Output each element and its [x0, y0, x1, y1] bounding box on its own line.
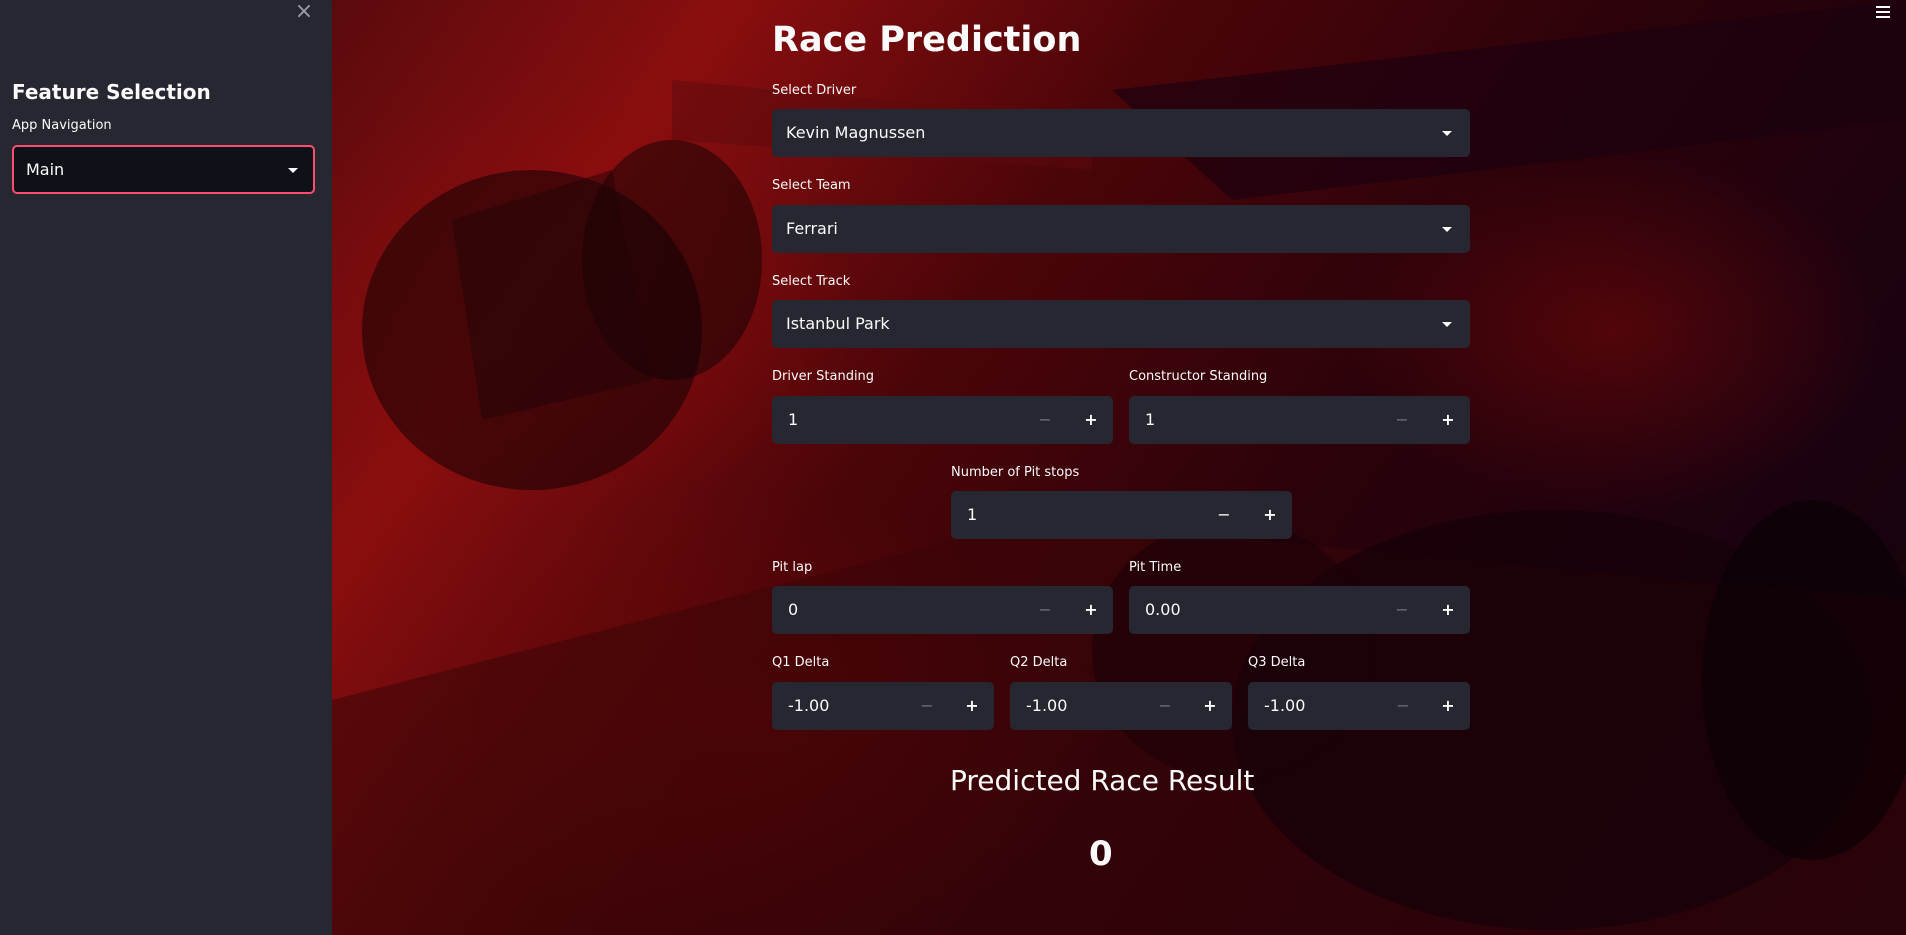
q1-delta-value[interactable]: -1.00 — [788, 682, 829, 730]
pit-stops-increment-button[interactable]: + — [1254, 491, 1286, 539]
q2-delta-label: Q2 Delta — [1010, 655, 1068, 670]
chevron-down-icon — [1442, 322, 1452, 327]
q1-delta-label: Q1 Delta — [772, 655, 830, 670]
constructor-standing-label: Constructor Standing — [1129, 369, 1268, 384]
q1-delta-decrement-button[interactable]: − — [911, 682, 943, 730]
predicted-result-value: 0 — [1089, 834, 1113, 874]
app-navigation-label: App Navigation — [12, 118, 112, 133]
q2-delta-decrement-button[interactable]: − — [1149, 682, 1181, 730]
q3-delta-value[interactable]: -1.00 — [1264, 682, 1305, 730]
pit-lap-decrement-button[interactable]: − — [1029, 586, 1061, 634]
pit-time-input[interactable]: 0.00 − + — [1129, 586, 1470, 634]
q1-delta-increment-button[interactable]: + — [956, 682, 988, 730]
q1-delta-input[interactable]: -1.00 − + — [772, 682, 994, 730]
pit-time-decrement-button[interactable]: − — [1386, 586, 1418, 634]
pit-lap-input[interactable]: 0 − + — [772, 586, 1113, 634]
pit-time-label: Pit Time — [1129, 560, 1182, 575]
constructor-standing-value[interactable]: 1 — [1145, 396, 1155, 444]
pit-lap-increment-button[interactable]: + — [1075, 586, 1107, 634]
driver-standing-input[interactable]: 1 − + — [772, 396, 1113, 444]
driver-standing-label: Driver Standing — [772, 369, 875, 384]
driver-standing-increment-button[interactable]: + — [1075, 396, 1107, 444]
constructor-standing-decrement-button[interactable]: − — [1386, 396, 1418, 444]
select-track-dropdown[interactable]: Istanbul Park — [772, 300, 1470, 348]
pit-stops-value[interactable]: 1 — [967, 491, 977, 539]
pit-stops-label: Number of Pit stops — [951, 465, 1080, 480]
q3-delta-label: Q3 Delta — [1248, 655, 1306, 670]
driver-standing-decrement-button[interactable]: − — [1029, 396, 1061, 444]
sidebar: × Feature Selection App Navigation Main — [0, 0, 332, 935]
q3-delta-input[interactable]: -1.00 − + — [1248, 682, 1470, 730]
select-track-value: Istanbul Park — [786, 314, 890, 333]
app-navigation-select[interactable]: Main — [12, 145, 315, 194]
pit-stops-decrement-button[interactable]: − — [1208, 491, 1240, 539]
select-team-value: Ferrari — [786, 219, 838, 238]
app-navigation-value: Main — [26, 160, 65, 179]
q2-delta-increment-button[interactable]: + — [1194, 682, 1226, 730]
select-team-label: Select Team — [772, 178, 851, 193]
select-track-label: Select Track — [772, 274, 851, 289]
q3-delta-decrement-button[interactable]: − — [1387, 682, 1419, 730]
select-driver-value: Kevin Magnussen — [786, 123, 926, 142]
pit-lap-label: Pit lap — [772, 560, 813, 575]
hamburger-menu-icon[interactable] — [1876, 6, 1890, 20]
select-driver-dropdown[interactable]: Kevin Magnussen — [772, 109, 1470, 157]
pit-lap-value[interactable]: 0 — [788, 586, 798, 634]
predicted-result-heading: Predicted Race Result — [950, 764, 1255, 797]
driver-standing-value[interactable]: 1 — [788, 396, 798, 444]
constructor-standing-input[interactable]: 1 − + — [1129, 396, 1470, 444]
sidebar-heading: Feature Selection — [12, 80, 211, 104]
q2-delta-input[interactable]: -1.00 − + — [1010, 682, 1232, 730]
pit-time-increment-button[interactable]: + — [1432, 586, 1464, 634]
pit-stops-input[interactable]: 1 − + — [951, 491, 1292, 539]
select-team-dropdown[interactable]: Ferrari — [772, 205, 1470, 253]
chevron-down-icon — [1442, 131, 1452, 136]
select-driver-label: Select Driver — [772, 83, 857, 98]
close-icon[interactable]: × — [294, 1, 314, 23]
q3-delta-increment-button[interactable]: + — [1432, 682, 1464, 730]
q2-delta-value[interactable]: -1.00 — [1026, 682, 1067, 730]
constructor-standing-increment-button[interactable]: + — [1432, 396, 1464, 444]
page-title: Race Prediction — [772, 20, 1082, 60]
chevron-down-icon — [288, 168, 298, 173]
pit-time-value[interactable]: 0.00 — [1145, 586, 1181, 634]
chevron-down-icon — [1442, 227, 1452, 232]
